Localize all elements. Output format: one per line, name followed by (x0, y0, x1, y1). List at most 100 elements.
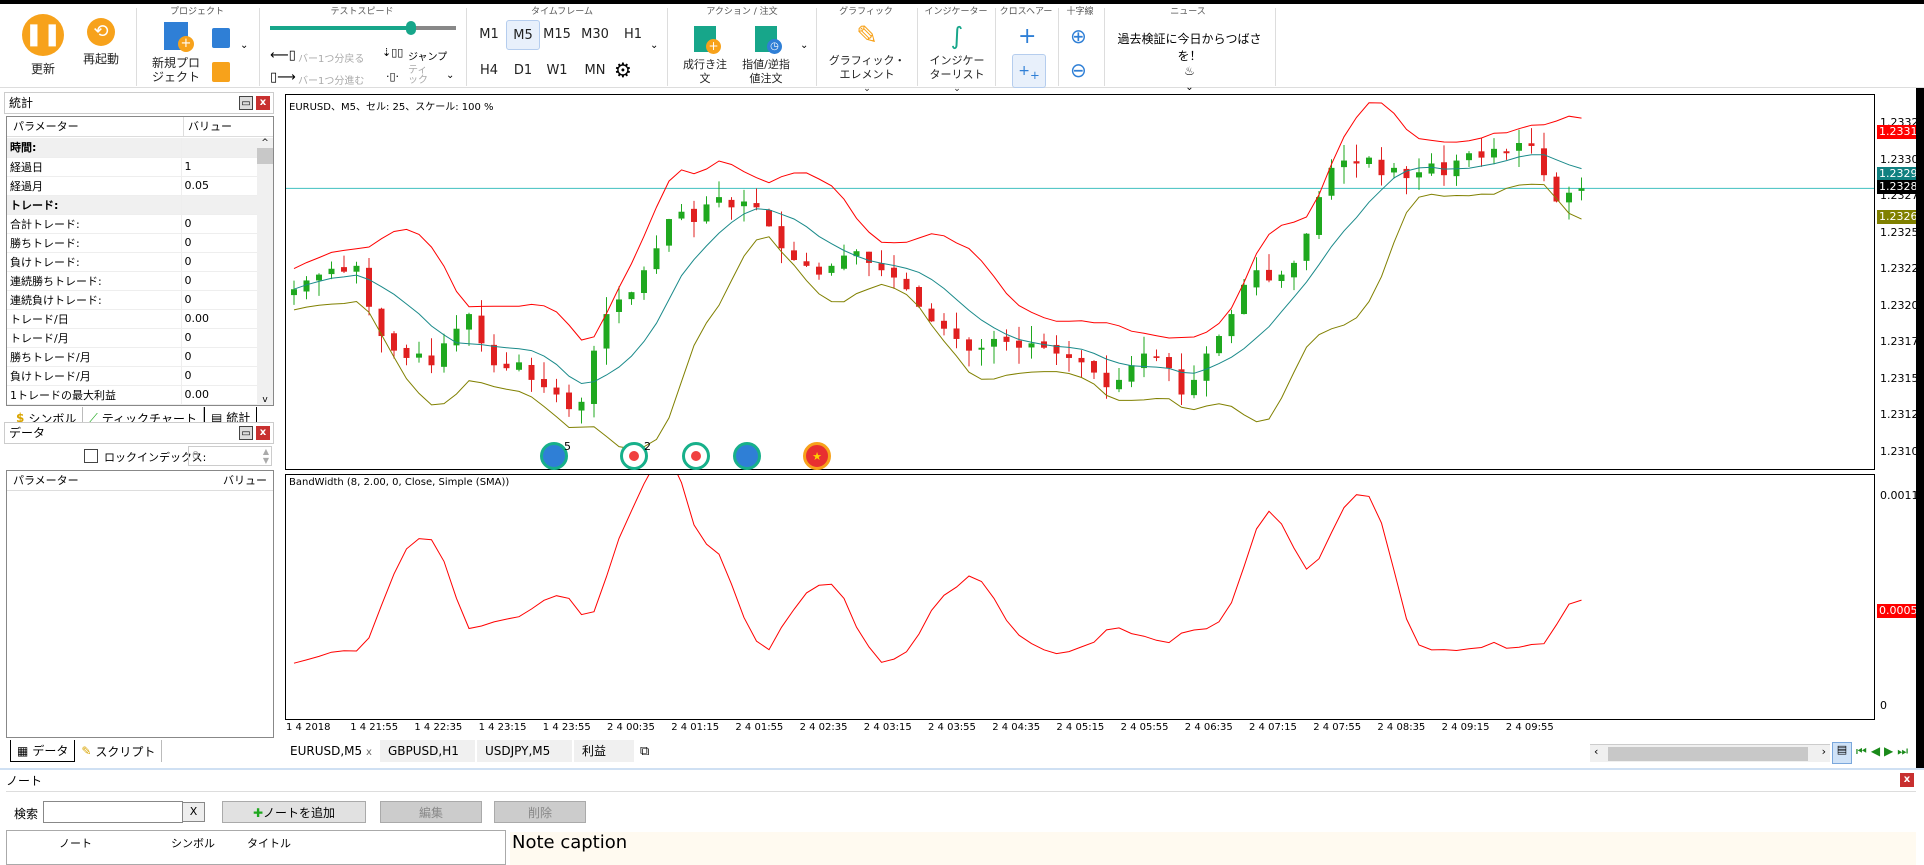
chart-tab-profit[interactable]: 利益 (574, 740, 634, 762)
candle (516, 354, 522, 372)
delete-button[interactable]: 削除 (494, 801, 586, 823)
settings-gear-icon[interactable]: ⚙ (614, 58, 632, 82)
pencil-icon: ✎ (856, 21, 878, 51)
indicator-list-button[interactable]: ∫ インジケー ターリスト ⌄ (924, 22, 990, 96)
lock-index-checkbox[interactable] (84, 449, 98, 463)
news-ticker[interactable]: 過去検証に今日からつばさを！ ♨ ⌄ (1112, 30, 1267, 93)
candle (703, 196, 710, 224)
lock-index-stepper[interactable]: 0 ▲ ▼ (188, 446, 272, 466)
folder-icon[interactable] (212, 62, 230, 82)
timeframe-m15[interactable]: M15 (540, 20, 574, 50)
close-icon[interactable]: x (1900, 773, 1914, 787)
time-tick-label: 1 4 2018 (286, 722, 331, 733)
market-order-button[interactable]: + 成行き注文 (680, 26, 730, 86)
new-project-button[interactable]: + 新規プロ ジェクト (148, 22, 204, 84)
candle (753, 188, 760, 211)
windows-icon[interactable]: ▤ (1832, 742, 1852, 764)
timeframe-h4[interactable]: H4 (472, 56, 506, 86)
prev-icon[interactable]: ◀ (1871, 744, 1884, 758)
candle (1103, 355, 1110, 399)
table-row: トレード/日 0.00 (7, 309, 257, 329)
candle (553, 378, 560, 403)
chevron-down-icon[interactable]: ⌄ (650, 40, 658, 51)
step-back-icon[interactable]: ⟵▯ (270, 48, 296, 63)
candle (1228, 309, 1235, 344)
save-icon[interactable] (212, 28, 230, 48)
candle (1503, 148, 1510, 160)
tab-script[interactable]: ✎ スクリプト (75, 740, 163, 762)
event-dot-icon[interactable] (682, 442, 710, 470)
data-icon: ▦ (17, 743, 29, 758)
scrollbar-thumb[interactable] (1608, 747, 1808, 761)
time-tick-label: 2 4 09:55 (1505, 722, 1554, 733)
chart-tab-gbpusd[interactable]: GBPUSD,H1 (380, 740, 475, 762)
bar-back-button[interactable]: バー1つ分戻る (298, 50, 364, 65)
candle (1153, 349, 1160, 362)
navigation-arrows[interactable]: ⏮◀▶⏭ (1856, 744, 1912, 759)
close-icon[interactable]: x (256, 96, 270, 110)
step-forward-icon[interactable]: ▯⟶ (270, 70, 296, 85)
jump-icon[interactable]: ⇣▯▯ (382, 46, 403, 59)
update-button[interactable]: ❚❚ 更新 (18, 14, 68, 76)
limit-order-icon: ◷ (755, 26, 782, 54)
candle (328, 261, 335, 280)
stats-table: パラメーター バリュー 時間: 経過日 1 経過月 0.05 トレード: 合計トレード: 0 勝ち… (6, 116, 274, 406)
edit-button[interactable]: 編集 (380, 801, 482, 823)
timeframe-m30[interactable]: M30 (578, 20, 612, 50)
table-row: 負けトレード/月 0 (7, 366, 257, 386)
left-panel-tabs-bottom: ▦ データ ✎ スクリプト (10, 740, 163, 762)
horizontal-scrollbar[interactable]: ‹ › (1590, 744, 1830, 762)
australia-flag-icon[interactable] (733, 442, 761, 470)
candle (441, 333, 447, 373)
tab-data[interactable]: ▦ データ (10, 740, 76, 762)
price-chart[interactable]: EURUSD、M5、セル: 25、スケール: 100 % (285, 94, 1875, 470)
chevron-down-icon[interactable]: ⌄ (240, 40, 248, 51)
bandwidth-indicator-pane[interactable]: BandWidth (8, 2.00, 0, Close, Simple (SM… (285, 474, 1875, 720)
next-icon[interactable]: ▶ (1884, 744, 1897, 758)
candle (1128, 356, 1135, 388)
slider-handle[interactable] (406, 21, 417, 35)
search-input[interactable] (43, 801, 183, 823)
crosshair-snap-button[interactable]: ++ (1012, 54, 1046, 88)
vertical-scrollbar[interactable]: ^ v (257, 138, 273, 405)
last-icon[interactable]: ⏭ (1897, 744, 1912, 758)
jump-button[interactable]: ジャンプ (408, 48, 447, 63)
close-icon[interactable]: x (256, 426, 270, 440)
timeframe-d1[interactable]: D1 (506, 56, 540, 86)
bar-forward-button[interactable]: バー1つ分進む (298, 72, 364, 87)
tick-button[interactable]: ティ ック (408, 66, 428, 86)
chevron-down-icon[interactable]: ⌄ (800, 40, 808, 51)
test-speed-slider[interactable] (270, 21, 456, 36)
data-table: パラメーター バリュー (6, 470, 274, 738)
zoom-out-icon[interactable]: ⊖ (1070, 58, 1087, 82)
close-icon[interactable]: x (366, 747, 372, 758)
timeframe-m1[interactable]: M1 (472, 20, 506, 50)
bandwidth-line (293, 475, 1582, 664)
first-icon[interactable]: ⏮ (1856, 744, 1871, 758)
timeframe-w1[interactable]: W1 (540, 56, 574, 86)
event-count: 5 (564, 440, 571, 453)
chevron-down-icon[interactable]: ⌄ (446, 70, 454, 81)
candle (1216, 334, 1222, 357)
window-right-border (1916, 88, 1924, 768)
group-title-timeframe: タイムフレーム (530, 7, 594, 17)
chevron-down-icon[interactable]: ⌄ (1112, 82, 1267, 93)
zoom-in-icon[interactable]: ⊕ (1070, 24, 1087, 48)
limit-order-button[interactable]: ◷ 指値/逆指 値注文 (738, 26, 794, 86)
chart-tab-eurusd[interactable]: EURUSD,M5 x (282, 740, 380, 762)
timeframe-mn[interactable]: MN (578, 56, 612, 86)
chart-tab-usdjpy[interactable]: USDJPY,M5 (477, 740, 572, 762)
clear-search-button[interactable]: X (182, 802, 205, 822)
new-window-icon[interactable]: ⧉ (640, 744, 649, 759)
candle (1116, 368, 1122, 393)
maximize-icon[interactable]: ▭ (239, 96, 253, 110)
candle (1191, 365, 1197, 399)
restart-button[interactable]: ⟲ 再起動 (76, 18, 126, 66)
timeframe-m5[interactable]: M5 (506, 20, 540, 50)
china-flag-icon[interactable]: ★ (803, 442, 831, 470)
crosshair-icon[interactable]: + (1018, 24, 1036, 49)
timeframe-h1[interactable]: H1 (616, 20, 650, 50)
maximize-icon[interactable]: ▭ (239, 426, 253, 440)
graphic-elements-button[interactable]: ✎ グラフィック・ エレメント ⌄ (826, 22, 908, 96)
add-note-button[interactable]: ✚ノートを追加 (222, 801, 366, 823)
